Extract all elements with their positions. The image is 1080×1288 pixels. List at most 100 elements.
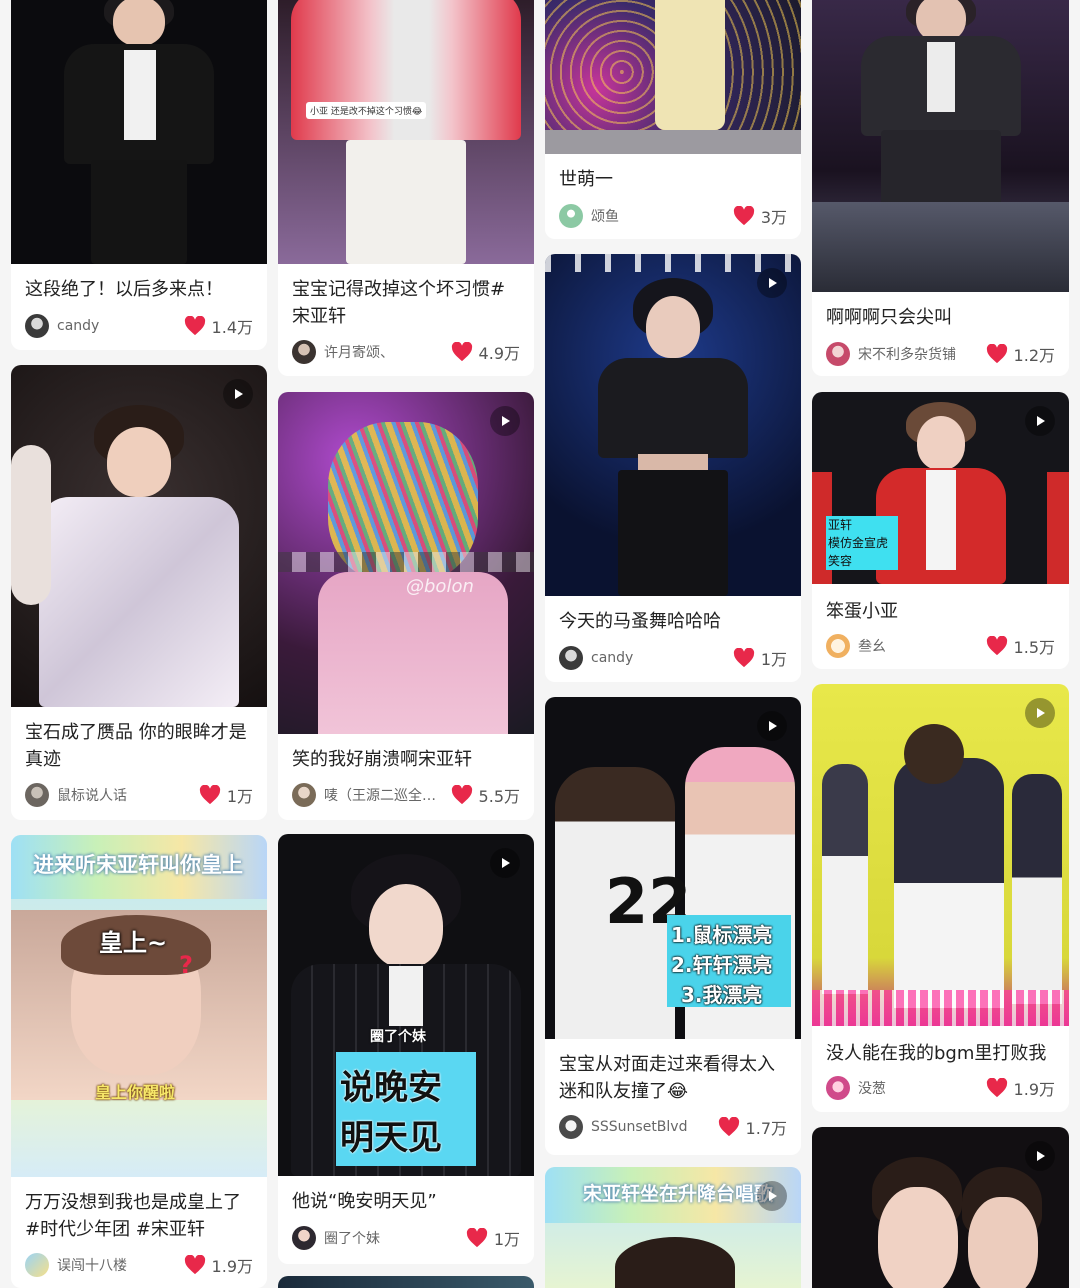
author-avatar[interactable]	[292, 1226, 316, 1250]
note-card[interactable]: 小亚 还是改不掉这个习惯😂 宝宝记得改掉这个坏习惯#宋亚轩 许月寄颂、 4.9万	[278, 0, 534, 376]
note-card[interactable]: 22 1.鼠标漂亮 2.轩轩漂亮 3.我漂亮 宝宝从对面走过来看得太入迷和队友撞…	[545, 697, 801, 1155]
cover-watermark: @bolon	[406, 576, 474, 597]
author-name[interactable]: candy	[591, 650, 633, 666]
cover-caption: 说晚安	[340, 1068, 442, 1108]
author-avatar[interactable]	[292, 340, 316, 364]
author-avatar[interactable]	[559, 1115, 583, 1139]
note-cover-image: 宋亚轩坐在升降台唱歌	[545, 1167, 801, 1288]
note-card[interactable]: 进来听宋亚轩叫你皇上 皇上~ ? 皇上你醒啦 万万没想到我也是成皇上了 #时代少…	[11, 835, 267, 1288]
author-avatar[interactable]	[559, 646, 583, 670]
play-icon[interactable]	[490, 406, 520, 436]
like-button[interactable]: 3万	[733, 204, 787, 228]
heart-icon	[718, 1117, 739, 1137]
heart-icon	[733, 648, 754, 668]
author-avatar[interactable]	[292, 783, 316, 807]
like-button[interactable]: 1.9万	[986, 1076, 1055, 1100]
note-title: 笨蛋小亚	[826, 601, 898, 622]
play-icon[interactable]	[1025, 698, 1055, 728]
cover-caption: 亚轩	[828, 518, 853, 532]
note-card[interactable]: 宋亚轩坐在升降台唱歌	[545, 1167, 801, 1288]
author-avatar[interactable]	[25, 783, 49, 807]
note-cover-image: 亚轩 模仿金宣虎 笑容	[812, 392, 1069, 584]
note-cover-image: 圈了个妹 说晚安 明天见	[278, 834, 534, 1176]
like-count: 4.9万	[478, 344, 520, 363]
author-name[interactable]: 唛（王源二巡全…	[324, 785, 436, 805]
like-button[interactable]: 1.4万	[184, 314, 253, 338]
author-name[interactable]: 叁幺	[858, 636, 886, 656]
note-cover-image	[545, 0, 801, 154]
like-count: 1万	[760, 650, 787, 669]
note-cover-image	[11, 0, 267, 264]
heart-icon	[986, 1078, 1007, 1098]
like-button[interactable]: 4.9万	[451, 340, 520, 364]
note-card[interactable]: @bolon 笑的我好崩溃啊宋亚轩 唛（王源二巡全… 5.5万	[278, 392, 534, 820]
note-cover-image: @bolon	[278, 392, 534, 734]
cover-caption: 皇上你醒啦	[95, 1083, 176, 1102]
like-button[interactable]: 1.2万	[986, 342, 1055, 366]
heart-icon	[466, 1228, 487, 1248]
author-name[interactable]: candy	[57, 318, 99, 334]
note-cover-image	[545, 254, 801, 596]
heart-icon	[199, 785, 220, 805]
play-icon[interactable]	[1025, 406, 1055, 436]
cover-caption: 2.轩轩漂亮	[671, 953, 773, 977]
heart-icon	[733, 206, 754, 226]
cover-caption: 1.鼠标漂亮	[671, 923, 773, 947]
note-card[interactable]: 啊啊啊只会尖叫 宋不利多杂货铺 1.2万	[812, 0, 1069, 376]
like-button[interactable]: 5.5万	[451, 783, 520, 807]
play-icon[interactable]	[757, 268, 787, 298]
note-card[interactable]: 这段绝了！以后多来点！ candy 1.4万	[11, 0, 267, 350]
author-avatar[interactable]	[826, 342, 850, 366]
note-title: 万万没想到我也是成皇上了 #时代少年团 #宋亚轩	[25, 1192, 241, 1240]
note-title: 宝石成了赝品 你的眼眸才是真迹	[25, 722, 247, 770]
note-card[interactable]: 亚轩 模仿金宣虎 笑容 笨蛋小亚 叁幺 1.5万	[812, 392, 1069, 669]
note-title: 他说“晚安明天见”	[292, 1191, 437, 1212]
cover-caption: 笑容	[828, 554, 853, 568]
author-avatar[interactable]	[826, 634, 850, 658]
author-avatar[interactable]	[559, 204, 583, 228]
note-cover-image: 进来听宋亚轩叫你皇上 皇上~ ? 皇上你醒啦	[11, 835, 267, 1177]
like-count: 1万	[493, 1230, 520, 1249]
note-card[interactable]: 圈了个妹 说晚安 明天见 他说“晚安明天见” 圈了个妹 1万	[278, 834, 534, 1264]
play-icon[interactable]	[757, 1181, 787, 1211]
cover-caption: 小亚 还是改不掉这个习惯😂	[306, 102, 427, 119]
note-feed: 这段绝了！以后多来点！ candy 1.4万 宝石成了赝品 你的眼眸才是真迹 鼠…	[0, 0, 1080, 1288]
author-avatar[interactable]	[25, 314, 49, 338]
author-avatar[interactable]	[25, 1253, 49, 1277]
like-button[interactable]: 1.7万	[718, 1115, 787, 1139]
like-count: 3万	[760, 208, 787, 227]
play-icon[interactable]	[223, 379, 253, 409]
author-name[interactable]: 鼠标说人话	[57, 785, 127, 805]
note-card[interactable]	[812, 1127, 1069, 1288]
play-icon[interactable]	[1025, 1141, 1055, 1171]
cover-caption: 皇上~	[99, 929, 168, 957]
like-button[interactable]: 1万	[199, 783, 253, 807]
like-button[interactable]: 1.9万	[184, 1253, 253, 1277]
author-name[interactable]: 颂鱼	[591, 206, 619, 226]
like-button[interactable]: 1万	[733, 646, 787, 670]
heart-icon	[986, 344, 1007, 364]
note-title: 宝宝记得改掉这个坏习惯#宋亚轩	[292, 279, 506, 327]
note-card[interactable]	[278, 1276, 534, 1288]
note-card[interactable]: 没人能在我的bgm里打败我 没葱 1.9万	[812, 684, 1069, 1112]
like-button[interactable]: 1万	[466, 1226, 520, 1250]
like-count: 1.9万	[1013, 1080, 1055, 1099]
cover-caption: 圈了个妹	[370, 1029, 426, 1045]
author-name[interactable]: 圈了个妹	[324, 1228, 380, 1248]
like-count: 1万	[226, 787, 253, 806]
author-name[interactable]: 许月寄颂、	[324, 342, 394, 362]
note-title: 这段绝了！以后多来点！	[25, 279, 223, 300]
play-icon[interactable]	[490, 848, 520, 878]
like-button[interactable]: 1.5万	[986, 634, 1055, 658]
author-name[interactable]: 误闯十八楼	[57, 1255, 127, 1275]
author-name[interactable]: 没葱	[858, 1078, 886, 1098]
note-card[interactable]: 今天的马蚤舞哈哈哈 candy 1万	[545, 254, 801, 682]
cover-banner: 进来听宋亚轩叫你皇上	[11, 835, 267, 899]
note-card[interactable]: 宝石成了赝品 你的眼眸才是真迹 鼠标说人话 1万	[11, 365, 267, 820]
note-cover-image	[812, 0, 1069, 292]
author-avatar[interactable]	[826, 1076, 850, 1100]
author-name[interactable]: SSSunsetBlvd	[591, 1119, 687, 1135]
note-card[interactable]: 世萌一 颂鱼 3万	[545, 0, 801, 239]
author-name[interactable]: 宋不利多杂货铺	[858, 344, 956, 364]
play-icon[interactable]	[757, 711, 787, 741]
